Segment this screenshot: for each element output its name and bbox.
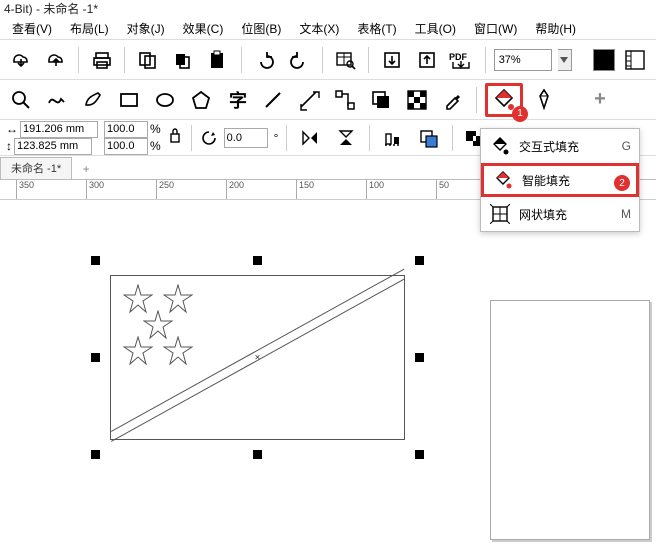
rectangle-tool-icon[interactable]	[114, 85, 144, 115]
menu-bitmap[interactable]: 位图(B)	[241, 20, 281, 37]
callout-badge-1: 1	[512, 106, 528, 122]
menu-bar: 查看(V) 布局(L) 对象(J) 效果(C) 位图(B) 文本(X) 表格(T…	[0, 18, 656, 40]
menu-window[interactable]: 窗口(W)	[474, 20, 517, 37]
flag-rectangle[interactable]: ×	[110, 275, 405, 440]
star-5	[163, 336, 193, 366]
undo-icon[interactable]	[250, 45, 279, 75]
handle-ne[interactable]	[415, 256, 424, 265]
mesh-fill-icon	[489, 203, 511, 225]
handle-e[interactable]	[415, 353, 424, 362]
handle-w[interactable]	[91, 353, 100, 362]
paste-icon[interactable]	[204, 45, 233, 75]
scale-x-input[interactable]	[104, 121, 148, 138]
redo-icon[interactable]	[285, 45, 314, 75]
ellipse-tool-icon[interactable]	[150, 85, 180, 115]
import-icon[interactable]	[377, 45, 406, 75]
menu-table[interactable]: 表格(T)	[357, 20, 396, 37]
flyout-shortcut: M	[621, 207, 631, 221]
smart-fill-icon	[492, 169, 514, 191]
svg-text:字: 字	[229, 90, 247, 111]
callout-badge-2: 2	[614, 175, 630, 191]
duplicate-icon[interactable]	[169, 45, 198, 75]
mirror-h-icon[interactable]	[295, 123, 325, 153]
add-doc-tab[interactable]: +	[76, 159, 96, 179]
star-4	[123, 336, 153, 366]
align-icon[interactable]	[378, 123, 408, 153]
transparency-tool-icon[interactable]	[402, 85, 432, 115]
canvas-area[interactable]: ×	[0, 200, 656, 560]
height-input[interactable]	[14, 138, 92, 155]
width-icon: ↔	[6, 122, 18, 136]
selection-bbox[interactable]: ×	[95, 260, 420, 455]
print-icon[interactable]	[87, 45, 116, 75]
flyout-label: 网状填充	[519, 206, 567, 223]
zoom-input[interactable]: 37%	[494, 49, 552, 71]
drop-shadow-icon[interactable]	[366, 85, 396, 115]
order-icon[interactable]	[414, 123, 444, 153]
flyout-mesh-fill[interactable]: 网状填充 M	[481, 197, 639, 231]
fill-tool-icon[interactable]: 1	[485, 83, 523, 117]
cloud-download-icon[interactable]	[6, 45, 35, 75]
ruler-settings-icon[interactable]	[621, 45, 650, 75]
handle-nw[interactable]	[91, 256, 100, 265]
scale-y-input[interactable]	[104, 138, 148, 155]
interactive-fill-icon	[489, 135, 511, 157]
connector-tool-icon[interactable]	[330, 85, 360, 115]
standard-toolbar: PDF 37%	[0, 40, 656, 80]
handle-n[interactable]	[253, 256, 262, 265]
flyout-interactive-fill[interactable]: 交互式填充 G	[481, 129, 639, 163]
handle-s[interactable]	[253, 450, 262, 459]
doc-tab-1[interactable]: 未命名 -1*	[0, 157, 72, 179]
fill-tool-flyout: 交互式填充 G 智能填充 2 网状填充 M	[480, 128, 640, 232]
artistic-media-icon[interactable]	[78, 85, 108, 115]
zoom-tool-icon[interactable]	[6, 85, 36, 115]
copy-icon[interactable]	[133, 45, 162, 75]
mirror-v-icon[interactable]	[331, 123, 361, 153]
freehand-tool-icon[interactable]	[42, 85, 72, 115]
rotation-input[interactable]	[224, 128, 268, 148]
menu-layout[interactable]: 布局(L)	[70, 20, 109, 37]
pdf-export-icon[interactable]: PDF	[448, 45, 477, 75]
outline-pen-icon[interactable]	[529, 85, 559, 115]
add-tool-icon[interactable]: +	[585, 85, 615, 115]
line-tool-icon[interactable]	[258, 85, 288, 115]
flyout-smart-fill[interactable]: 智能填充 2	[481, 163, 639, 197]
handle-sw[interactable]	[91, 450, 100, 459]
search-table-icon[interactable]	[331, 45, 360, 75]
menu-text[interactable]: 文本(X)	[299, 20, 339, 37]
tool-toolbar: 字 1 +	[0, 80, 656, 120]
handle-se[interactable]	[415, 450, 424, 459]
height-icon: ↕	[6, 139, 12, 153]
eyedropper-icon[interactable]	[438, 85, 468, 115]
lock-ratio-icon[interactable]	[167, 121, 183, 155]
menu-help[interactable]: 帮助(H)	[535, 20, 576, 37]
menu-object[interactable]: 对象(J)	[127, 20, 165, 37]
export-icon[interactable]	[412, 45, 441, 75]
flyout-label: 交互式填充	[519, 138, 579, 155]
text-tool-icon[interactable]: 字	[222, 85, 252, 115]
polygon-tool-icon[interactable]	[186, 85, 216, 115]
menu-tools[interactable]: 工具(O)	[415, 20, 456, 37]
page-outline	[490, 300, 650, 540]
width-input[interactable]	[20, 121, 98, 138]
window-title: 4-Bit) - 未命名 -1*	[0, 0, 656, 18]
menu-effects[interactable]: 效果(C)	[183, 20, 224, 37]
selection-center-icon: ×	[255, 352, 261, 363]
menu-view[interactable]: 查看(V)	[12, 20, 52, 37]
flyout-label: 智能填充	[522, 172, 570, 189]
dimension-tool-icon[interactable]	[294, 85, 324, 115]
cloud-upload-icon[interactable]	[41, 45, 70, 75]
svg-text:PDF: PDF	[449, 52, 468, 62]
flyout-shortcut: G	[622, 139, 631, 153]
diagonal-1	[111, 269, 404, 432]
rotate-icon	[200, 129, 218, 147]
zoom-dropdown[interactable]	[558, 49, 572, 71]
fill-color-swatch[interactable]	[593, 49, 614, 71]
